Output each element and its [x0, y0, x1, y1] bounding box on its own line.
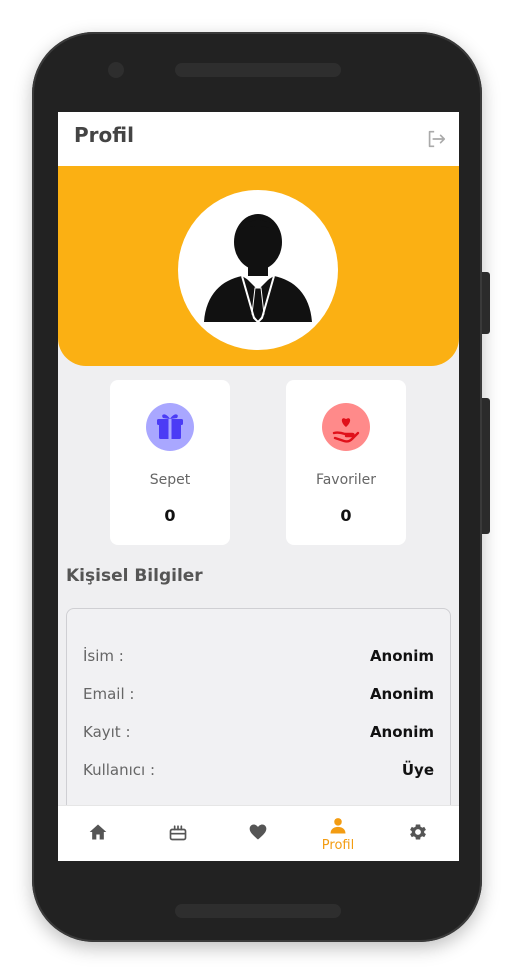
page-title: Profil — [74, 123, 134, 147]
info-key: Kayıt : — [83, 723, 131, 741]
info-value: Anonim — [369, 647, 434, 665]
earpiece-speaker — [175, 63, 341, 77]
cart-label: Sepet — [149, 472, 191, 488]
favorites-count: 0 — [340, 506, 352, 525]
front-camera — [108, 62, 124, 78]
nav-settings[interactable] — [378, 806, 458, 861]
bottom-speaker — [175, 904, 341, 918]
cake-icon — [169, 825, 187, 841]
logout-icon[interactable] — [425, 128, 447, 150]
info-key: İsim : — [83, 647, 124, 665]
heart-hand-icon — [332, 418, 360, 443]
info-key: Kullanıcı : — [83, 761, 156, 779]
home-icon — [89, 824, 107, 840]
nav-profile[interactable]: Profil — [298, 806, 378, 861]
info-row-user: Kullanıcı : Üye — [83, 761, 434, 785]
gear-icon — [410, 824, 426, 840]
info-row-email: Email : Anonim — [83, 685, 434, 709]
app-screen: Profil Sepet 0 Favoriler 0 Kişisel Bilgi… — [58, 112, 459, 861]
power-button — [482, 398, 490, 534]
nav-profile-label: Profil — [321, 838, 355, 853]
person-icon — [330, 818, 346, 834]
gift-badge — [146, 403, 194, 451]
nav-cake[interactable] — [138, 806, 218, 861]
cart-count: 0 — [164, 506, 176, 525]
volume-button — [482, 272, 490, 334]
favorites-label: Favoriler — [315, 472, 377, 488]
gift-icon — [157, 414, 183, 439]
personal-info-title: Kişisel Bilgiler — [66, 566, 203, 586]
info-row-registration: Kayıt : Anonim — [83, 723, 434, 747]
app-bar: Profil — [58, 112, 459, 166]
info-row-name: İsim : Anonim — [83, 647, 434, 671]
profile-header — [58, 166, 459, 366]
cart-card[interactable]: Sepet 0 — [110, 380, 230, 545]
nav-home[interactable] — [58, 806, 138, 861]
nav-favorites[interactable] — [218, 806, 298, 861]
bottom-navigation: Profil — [58, 805, 459, 861]
info-value: Anonim — [369, 685, 434, 703]
favorites-badge — [322, 403, 370, 451]
info-value: Anonim — [369, 723, 434, 741]
user-silhouette-icon — [204, 214, 312, 324]
info-value: Üye — [401, 761, 434, 779]
favorites-card[interactable]: Favoriler 0 — [286, 380, 406, 545]
avatar[interactable] — [178, 190, 338, 350]
heart-icon — [249, 824, 267, 840]
info-key: Email : — [83, 685, 135, 703]
